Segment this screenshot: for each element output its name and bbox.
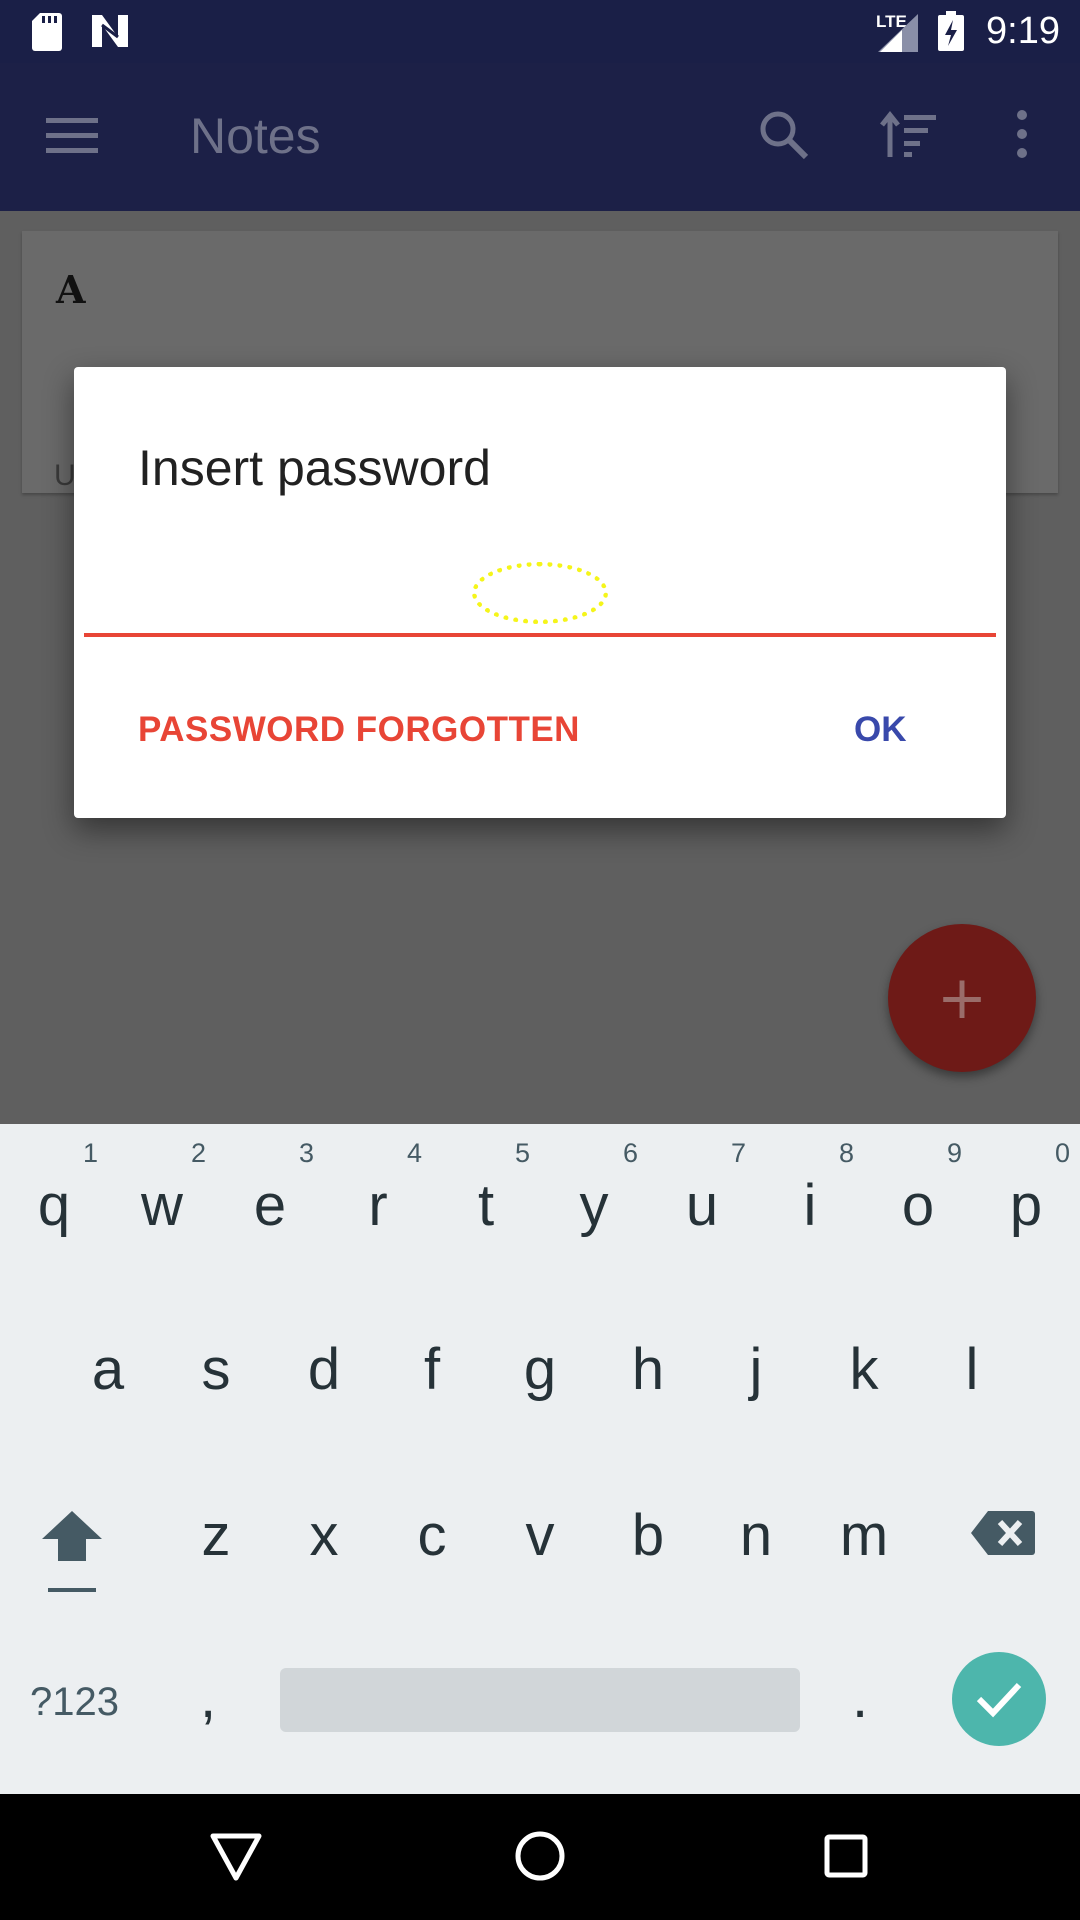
home-icon[interactable]: [514, 1830, 566, 1882]
key-g[interactable]: g: [486, 1336, 594, 1403]
done-key[interactable]: [952, 1652, 1046, 1746]
key-w[interactable]: 2w: [108, 1138, 216, 1239]
ok-button[interactable]: OK: [854, 710, 907, 750]
key-t[interactable]: 5t: [432, 1138, 540, 1239]
signal-icon: [878, 14, 918, 52]
key-m[interactable]: m: [810, 1502, 918, 1569]
key-p[interactable]: 0p: [972, 1138, 1080, 1239]
space-bar[interactable]: [280, 1668, 800, 1732]
symbols-key[interactable]: ?123: [30, 1680, 119, 1725]
app-toolbar: Notes: [0, 63, 1080, 211]
key-v[interactable]: v: [486, 1502, 594, 1569]
key-comma[interactable]: ,: [200, 1664, 216, 1731]
key-period[interactable]: .: [852, 1664, 868, 1731]
sd-card-icon: [32, 13, 62, 51]
key-u[interactable]: 7u: [648, 1138, 756, 1239]
key-e[interactable]: 3e: [216, 1138, 324, 1239]
key-y[interactable]: 6y: [540, 1138, 648, 1239]
shift-icon[interactable]: [40, 1509, 104, 1563]
toolbar-title: Notes: [190, 108, 321, 164]
plus-icon: +: [936, 963, 988, 1033]
shift-indicator: [48, 1588, 96, 1592]
battery-charging-icon: [938, 11, 964, 51]
key-r[interactable]: 4r: [324, 1138, 432, 1239]
text-cursor-indicator: [472, 562, 608, 624]
key-b[interactable]: b: [594, 1502, 702, 1569]
key-x[interactable]: x: [270, 1502, 378, 1569]
add-note-button[interactable]: +: [888, 924, 1036, 1072]
key-l[interactable]: l: [918, 1336, 1026, 1403]
key-i[interactable]: 8i: [756, 1138, 864, 1239]
sort-icon[interactable]: [880, 111, 938, 159]
password-dialog: Insert password PASSWORD FORGOTTEN OK: [74, 367, 1006, 818]
key-j[interactable]: j: [702, 1336, 810, 1403]
key-o[interactable]: 9o: [864, 1138, 972, 1239]
key-f[interactable]: f: [378, 1336, 486, 1403]
key-a[interactable]: a: [54, 1336, 162, 1403]
key-s[interactable]: s: [162, 1336, 270, 1403]
key-n[interactable]: n: [702, 1502, 810, 1569]
note-subtitle: U: [54, 459, 76, 492]
key-h[interactable]: h: [594, 1336, 702, 1403]
menu-icon[interactable]: [46, 116, 98, 156]
key-k[interactable]: k: [810, 1336, 918, 1403]
dialog-title: Insert password: [138, 440, 491, 496]
back-icon[interactable]: [210, 1832, 262, 1882]
status-bar: LTE 9:19: [0, 0, 1080, 63]
key-z[interactable]: z: [162, 1502, 270, 1569]
search-icon[interactable]: [758, 109, 810, 161]
note-title: A: [56, 267, 86, 312]
backspace-icon[interactable]: [970, 1509, 1036, 1557]
key-q[interactable]: 1q: [0, 1138, 108, 1239]
password-forgotten-button[interactable]: PASSWORD FORGOTTEN: [138, 710, 580, 750]
recent-apps-icon[interactable]: [824, 1834, 868, 1878]
check-icon: [976, 1682, 1022, 1718]
key-c[interactable]: c: [378, 1502, 486, 1569]
n-logo-icon: [92, 15, 128, 47]
key-d[interactable]: d: [270, 1336, 378, 1403]
more-vert-icon[interactable]: [1014, 109, 1030, 159]
clock: 9:19: [986, 10, 1060, 52]
soft-keyboard: 1q 2w 3e 4r 5t 6y 7u 8i 9o 0p a s d f g …: [0, 1124, 1080, 1794]
system-nav-bar: [0, 1794, 1080, 1920]
